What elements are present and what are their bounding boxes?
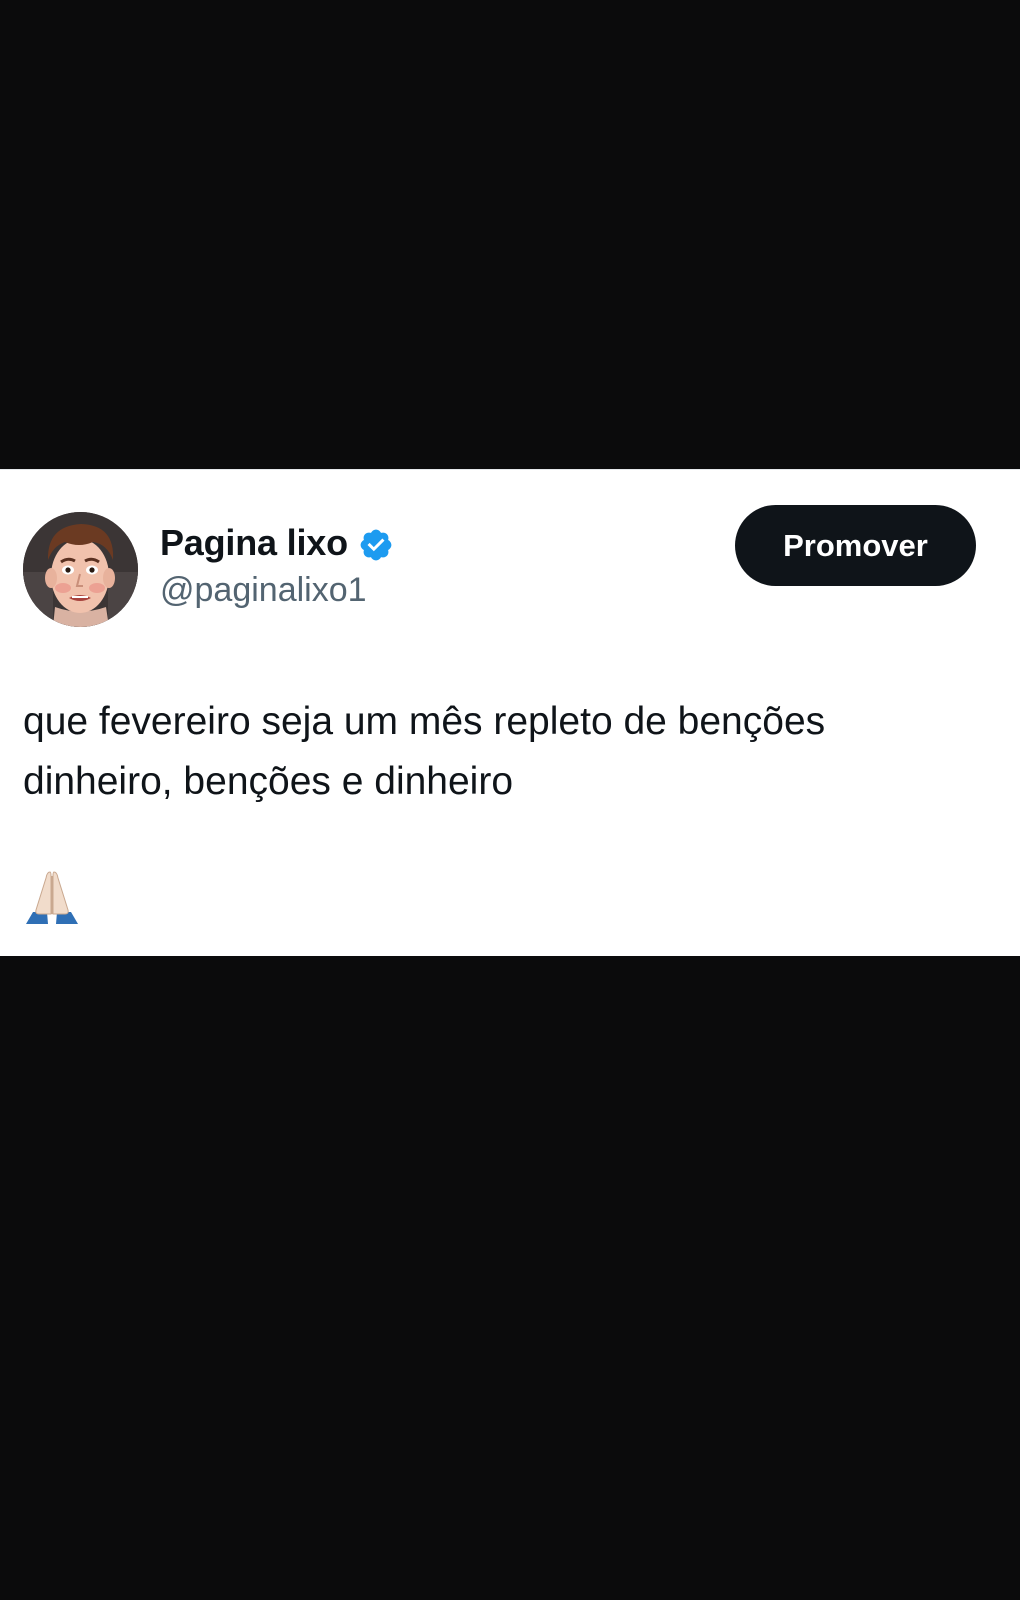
tweet-text-line: dinheiro, benções e dinheiro bbox=[23, 760, 514, 803]
cartoon-face-avatar-icon bbox=[23, 512, 138, 627]
display-name-row: Pagina lixo bbox=[160, 522, 394, 564]
folded-hands-emoji-icon bbox=[23, 868, 81, 926]
display-name[interactable]: Pagina lixo bbox=[160, 522, 348, 564]
avatar[interactable] bbox=[23, 512, 138, 627]
verified-badge-icon bbox=[358, 527, 394, 563]
user-handle[interactable]: @paginalixo1 bbox=[160, 571, 367, 610]
tweet-text-line: que fevereiro seja um mês repleto de ben… bbox=[23, 700, 826, 743]
tweet-text: que fevereiro seja um mês repleto de ben… bbox=[23, 692, 983, 812]
tweet-card: Pagina lixo @paginalixo1 Promover que fe… bbox=[0, 469, 1020, 956]
promote-button[interactable]: Promover bbox=[735, 505, 976, 586]
